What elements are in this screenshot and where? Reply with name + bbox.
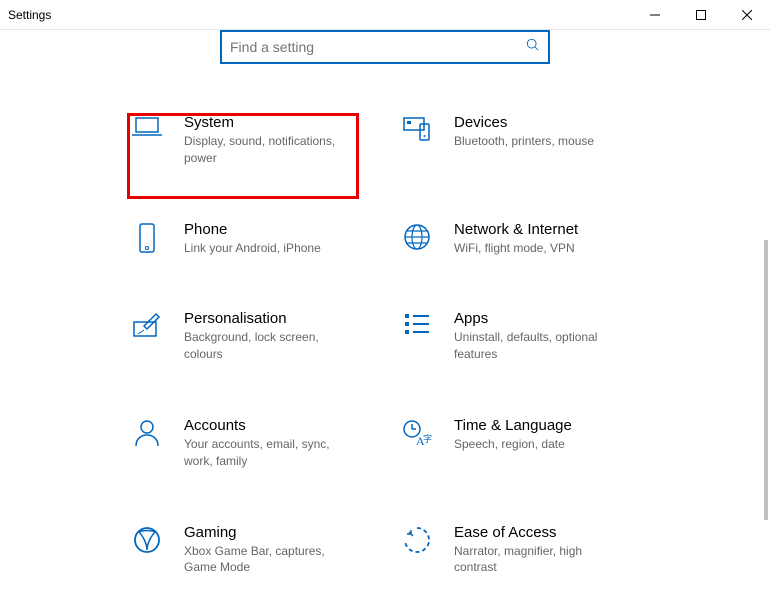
tile-title: Time & Language bbox=[454, 417, 660, 434]
tile-title: Accounts bbox=[184, 417, 390, 434]
settings-grid: System Display, sound, notifications, po… bbox=[0, 114, 770, 576]
tile-phone[interactable]: Phone Link your Android, iPhone bbox=[130, 221, 390, 257]
tile-desc: Uninstall, defaults, optional features bbox=[454, 329, 614, 363]
tile-desc: Link your Android, iPhone bbox=[184, 240, 344, 257]
tile-ease-of-access[interactable]: Ease of Access Narrator, magnifier, high… bbox=[400, 524, 660, 577]
tile-title: Gaming bbox=[184, 524, 390, 541]
laptop-icon bbox=[132, 116, 162, 140]
close-button[interactable] bbox=[724, 0, 770, 30]
maximize-button[interactable] bbox=[678, 0, 724, 30]
tile-desc: Background, lock screen, colours bbox=[184, 329, 344, 363]
tile-system[interactable]: System Display, sound, notifications, po… bbox=[130, 114, 390, 167]
tile-desc: Speech, region, date bbox=[454, 436, 614, 453]
tile-title: System bbox=[184, 114, 390, 131]
tile-title: Personalisation bbox=[184, 310, 390, 327]
tile-title: Devices bbox=[454, 114, 660, 131]
list-icon bbox=[403, 312, 431, 336]
tile-gaming[interactable]: Gaming Xbox Game Bar, captures, Game Mod… bbox=[130, 524, 390, 577]
window-controls bbox=[632, 0, 770, 30]
tile-desc: Bluetooth, printers, mouse bbox=[454, 133, 614, 150]
tile-apps[interactable]: Apps Uninstall, defaults, optional featu… bbox=[400, 310, 660, 363]
phone-icon bbox=[137, 223, 157, 253]
tile-time-language[interactable]: A字 Time & Language Speech, region, date bbox=[400, 417, 660, 470]
tile-desc: Your accounts, email, sync, work, family bbox=[184, 436, 344, 470]
tile-desc: Display, sound, notifications, power bbox=[184, 133, 344, 167]
person-icon bbox=[134, 419, 160, 447]
tile-desc: WiFi, flight mode, VPN bbox=[454, 240, 614, 257]
tile-title: Ease of Access bbox=[454, 524, 660, 541]
devices-icon bbox=[402, 116, 432, 142]
minimize-button[interactable] bbox=[632, 0, 678, 30]
minimize-icon bbox=[650, 10, 660, 20]
svg-text:字: 字 bbox=[423, 433, 432, 444]
tile-devices[interactable]: Devices Bluetooth, printers, mouse bbox=[400, 114, 660, 167]
maximize-icon bbox=[696, 10, 706, 20]
ease-of-access-icon bbox=[403, 526, 431, 554]
xbox-icon bbox=[133, 526, 161, 554]
search-input[interactable] bbox=[230, 39, 526, 55]
search-box[interactable] bbox=[220, 30, 550, 64]
tile-title: Phone bbox=[184, 221, 390, 238]
time-language-icon: A字 bbox=[402, 419, 432, 447]
search-icon bbox=[526, 38, 540, 57]
tile-desc: Narrator, magnifier, high contrast bbox=[454, 543, 614, 577]
tile-title: Network & Internet bbox=[454, 221, 660, 238]
tile-personalisation[interactable]: Personalisation Background, lock screen,… bbox=[130, 310, 390, 363]
titlebar: Settings bbox=[0, 0, 770, 30]
scrollbar[interactable] bbox=[754, 30, 770, 609]
globe-icon bbox=[403, 223, 431, 251]
scrollbar-thumb[interactable] bbox=[764, 240, 768, 520]
tile-title: Apps bbox=[454, 310, 660, 327]
tile-desc: Xbox Game Bar, captures, Game Mode bbox=[184, 543, 344, 577]
window-title: Settings bbox=[8, 8, 51, 22]
close-icon bbox=[742, 10, 752, 20]
tile-accounts[interactable]: Accounts Your accounts, email, sync, wor… bbox=[130, 417, 390, 470]
paintbrush-icon bbox=[132, 312, 162, 338]
tile-network[interactable]: Network & Internet WiFi, flight mode, VP… bbox=[400, 221, 660, 257]
